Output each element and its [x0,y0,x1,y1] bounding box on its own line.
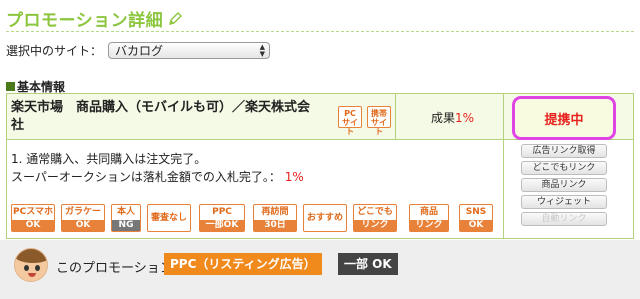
feature-badge-anywhere-link: どこでも リンク [353,204,397,232]
feature-badge-revisit: 再訪問 30日 [253,204,297,232]
feature-label: おすすめ [306,213,343,223]
feature-badge-product-link: 商品 リンク [409,204,449,232]
condition-line: 1. 通常購入、共同購入は注文完了。 [11,152,207,166]
site-label: 選択中のサイト： [6,44,103,58]
site-select[interactable]: バカログ ▲ ▼ [108,42,271,59]
feature-label: 審査なし [150,213,187,223]
feature-badge-feature-phone: ガラケー OK [61,204,105,232]
page-title: プロモーション詳細 [6,6,183,31]
get-ad-link-button[interactable]: 広告リンク取得 [521,144,607,158]
widget-button[interactable]: ウィジェット [521,195,607,209]
square-bullet-icon [6,82,15,91]
auto-link-button[interactable]: 自動リンク [521,212,607,226]
ppc-label: PPC（リスティング広告） [164,253,322,275]
ppc-status-label: 一部 OK [338,253,398,275]
reward-value: 1% [455,111,475,125]
title-divider [6,31,634,32]
reward-label: 成果 [431,111,456,125]
program-name: 楽天市場 商品購入（モバイルも可）／楽天株式会社 [11,100,311,133]
feature-value: 30日 [254,220,296,231]
ppc-notice-bar: このプロモーションは PPC（リスティング広告） 一部 OK [0,240,640,299]
feature-value: OK [460,220,492,231]
site-selector-row: 選択中のサイト： バカログ ▲ ▼ [6,42,271,59]
mascot-avatar [14,248,48,282]
feature-value: 一部OK [200,220,244,231]
feature-label: 再訪問 [261,207,289,217]
feature-badge-no-review: 審査なし [147,204,191,232]
anywhere-link-button[interactable]: どこでもリンク [521,161,607,175]
badge-top: PC [344,109,356,118]
reward-rate: 成果1% [431,109,474,126]
column-divider [503,94,504,239]
feature-value: OK [62,220,104,231]
feature-label: SNS [465,207,487,217]
feature-label: どこでも [357,207,393,217]
promotion-table: 楽天市場 商品購入（モバイルも可）／楽天株式会社 PC サイト 携帯 サイト 成… [6,93,634,239]
feature-label: 本人 [116,207,135,217]
feature-badge-pc-smartphone: PCスマホ OK [11,204,55,232]
status-text: 提携中 [544,112,584,128]
condition-rate: 1% [284,170,304,184]
badge-top: 携帯 [371,109,387,118]
feature-badge-self-purchase: 本人 NG [111,204,141,232]
pc-site-badge: PC サイト [338,106,362,136]
feature-label: PCスマホ [13,207,53,217]
partnership-status: 提携中 [512,96,616,140]
feature-label: 商品 [419,207,438,217]
column-divider [395,94,396,140]
feature-badge-recommended: おすすめ [303,204,347,232]
select-arrows-icon: ▲ ▼ [259,43,266,58]
feature-value: OK [12,220,54,231]
feature-value: NG [112,220,140,231]
condition-text: スーパーオークションは落札金額での入札完了。： [11,170,281,184]
feature-badge-sns: SNS OK [459,204,493,232]
pencil-icon [169,11,183,25]
condition-line: スーパーオークションは落札金額での入札完了。： 1% [11,168,304,185]
feature-label: PPC [212,207,232,217]
mobile-site-badge: 携帯 サイト [367,106,391,136]
page-title-text: プロモーション詳細 [6,11,164,31]
product-link-button[interactable]: 商品リンク [521,178,607,192]
feature-value: リンク [410,220,448,231]
feature-label: ガラケー [64,207,101,217]
feature-value: リンク [354,220,396,231]
site-select-value: バカログ [115,44,164,58]
feature-badge-ppc: PPC 一部OK [199,204,245,232]
